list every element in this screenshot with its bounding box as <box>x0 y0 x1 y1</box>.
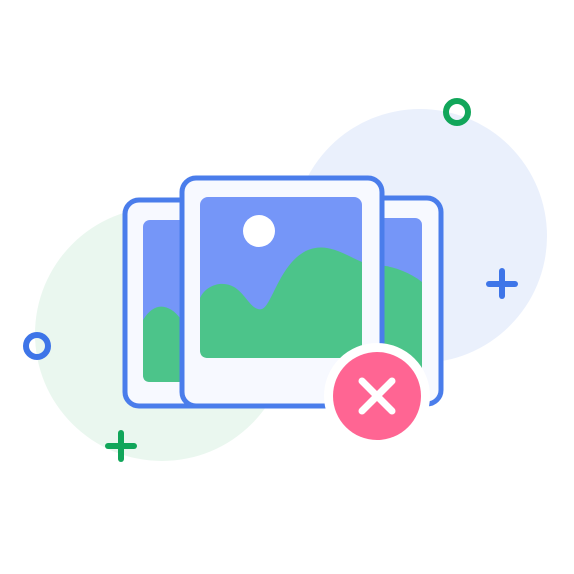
mountain-icon <box>143 306 180 382</box>
illustration-svg <box>23 98 547 462</box>
error-badge <box>324 343 430 449</box>
sun-icon <box>243 215 275 247</box>
empty-state-illustration <box>0 0 574 574</box>
